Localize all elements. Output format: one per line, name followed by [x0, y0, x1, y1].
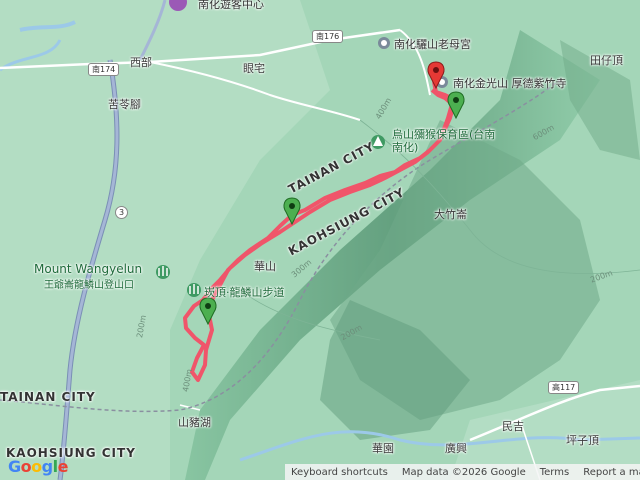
- visitor-center-label[interactable]: 南化遊客中心: [198, 0, 264, 12]
- place-label-guangxing: 廣興: [445, 442, 467, 455]
- map-data-text: Map data ©2026 Google: [401, 466, 526, 478]
- place-label-dazhu: 大竹崙: [434, 208, 467, 221]
- place-label-pingzi: 坪子頂: [566, 434, 599, 447]
- macaque-reserve-label[interactable]: 烏山獼猴保育區(台南南化): [392, 128, 502, 154]
- road-shield-176: 南176: [312, 30, 344, 43]
- start-marker[interactable]: [427, 61, 445, 90]
- attribution-bar: Keyboard shortcuts Map data ©2026 Google…: [285, 464, 640, 480]
- waypoint-marker[interactable]: [199, 297, 217, 326]
- report-error-link[interactable]: Report a map error: [583, 467, 640, 478]
- mountain-label-en[interactable]: Mount Wangyelun: [34, 262, 142, 276]
- trailhead-label[interactable]: 王爺崙龍鱗山登山口: [44, 276, 134, 291]
- temple-label-jinguang[interactable]: 南化金光山 厚德紫竹寺: [453, 75, 567, 91]
- terms-link[interactable]: Terms: [540, 467, 569, 478]
- place-label-tianzi: 田仔頂: [590, 54, 623, 67]
- temple-label-lishan[interactable]: 南化驪山老母宮: [394, 36, 471, 52]
- road-shield-117: 高117: [548, 381, 580, 394]
- map-canvas[interactable]: 南化遊客中心 南176 南化驪山老母宮 南化金光山 厚德紫竹寺 田仔頂 南174…: [0, 0, 640, 480]
- place-label-kuling: 苦苓腳: [108, 98, 141, 111]
- place-label-shanzhuhu: 山豬湖: [178, 416, 211, 429]
- place-label-huayuan: 華園: [372, 442, 394, 455]
- place-label-xibu: 西部: [130, 56, 152, 69]
- keyboard-shortcuts-link[interactable]: Keyboard shortcuts: [291, 467, 388, 478]
- place-label-yanzhai: 眼宅: [243, 62, 265, 75]
- road-shield-174: 南174: [88, 63, 120, 76]
- city-label-tainan-bottom: TAINAN CITY: [0, 390, 96, 404]
- waypoint-marker[interactable]: [447, 91, 465, 120]
- trail-name-label[interactable]: 崁頂·龍鱗山步道: [204, 284, 285, 300]
- waypoint-marker[interactable]: [283, 197, 301, 226]
- place-label-minji: 民吉: [502, 420, 524, 433]
- highway-3-shield: 3: [115, 206, 129, 219]
- place-label-huashan: 華山: [254, 260, 276, 273]
- google-logo: Google: [8, 457, 68, 476]
